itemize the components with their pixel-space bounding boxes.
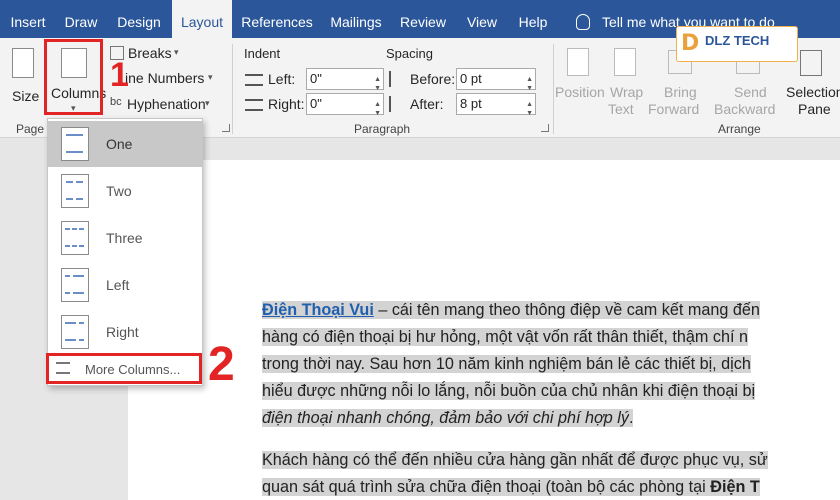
columns-option-one[interactable]: One (48, 121, 202, 167)
breaks-label: Breaks (128, 45, 172, 61)
selection-label-2: Pane (798, 101, 831, 117)
tab-references[interactable]: References (234, 0, 320, 38)
dlz-tech-logo: D DLZ TECH (676, 26, 798, 62)
tab-layout[interactable]: Layout (172, 0, 232, 40)
wrap-label-2: Text (608, 101, 634, 117)
tab-mailings[interactable]: Mailings (322, 0, 390, 38)
spacing-heading: Spacing (386, 46, 433, 61)
doc-line-4: hiểu được những nỗi lo lắng, nỗi buồn củ… (262, 382, 756, 400)
spacing-before-value: 0 pt (460, 71, 482, 86)
hyphenation-icon: bc (110, 96, 122, 108)
spin-down-icon[interactable]: ▼ (374, 104, 381, 124)
bring-label-1: Bring (664, 84, 697, 100)
indent-right-input[interactable]: 0" ▲ ▼ (306, 93, 384, 117)
columns-option-right[interactable]: Right (48, 309, 202, 355)
selection-label-1: Selection (786, 84, 840, 100)
size-icon (12, 48, 34, 78)
three-columns-icon (61, 221, 89, 255)
position-icon (567, 48, 589, 76)
group-separator (232, 44, 233, 134)
send-label-2: Backward (714, 101, 776, 117)
lightbulb-icon (576, 14, 590, 30)
doc-line-2: hàng có điện thoại bị hư hỏng, một vật v… (262, 328, 748, 346)
tab-review[interactable]: Review (392, 0, 454, 38)
indent-left-icon (245, 74, 263, 86)
left-column-icon (61, 268, 89, 302)
paragraph-group-label: Paragraph (354, 122, 411, 136)
hyphenation-button[interactable]: bc Hyphenation ▾ (108, 94, 218, 114)
doc-line-3: trong thời nay. Sau hơn 10 năm kinh nghi… (262, 355, 751, 373)
doc-line-1: Điện Thoại Vui – cái tên mang theo thông… (262, 301, 760, 319)
tab-insert[interactable]: Insert (0, 0, 56, 38)
spacing-after-label: After: (410, 96, 444, 112)
spacing-before-icon (389, 71, 403, 87)
chevron-down-icon: ▾ (174, 47, 179, 57)
paragraph-launcher-icon[interactable] (541, 124, 549, 132)
right-column-icon (61, 315, 89, 349)
hyphenation-label: Hyphenation (127, 96, 206, 112)
spacing-before-input[interactable]: 0 pt ▲ ▼ (456, 68, 536, 92)
arrange-group-label: Arrange (718, 122, 761, 136)
columns-option-left[interactable]: Left (48, 262, 202, 308)
columns-option-three[interactable]: Three (48, 215, 202, 261)
wrap-text-button[interactable]: Wrap Text (604, 44, 648, 118)
spacing-after-input[interactable]: 8 pt ▲ ▼ (456, 93, 536, 117)
size-label: Size (12, 88, 40, 104)
size-button[interactable]: Size (6, 44, 42, 106)
spacing-after-icon (389, 96, 403, 112)
chevron-down-icon: ▾ (208, 72, 213, 82)
tab-draw[interactable]: Draw (56, 0, 106, 38)
doc-line-5: điện thoại nhanh chóng, đảm bảo với chi … (262, 409, 634, 427)
two-columns-icon (61, 174, 89, 208)
group-separator (553, 44, 554, 134)
one-column-icon (61, 127, 89, 161)
chevron-down-icon: ▾ (205, 98, 210, 108)
indent-right-icon (245, 99, 263, 111)
indent-right-value: 0" (310, 96, 322, 111)
send-label-1: Send (734, 84, 767, 100)
wrap-label-1: Wrap (610, 84, 644, 100)
line-numbers-label: ine Numbers (125, 70, 205, 86)
annotation-step-1: 1 (110, 56, 129, 94)
columns-option-two[interactable]: Two (48, 168, 202, 214)
tab-design[interactable]: Design (106, 0, 172, 38)
indent-heading: Indent (244, 46, 281, 61)
spacing-before-label: Before: (410, 71, 456, 87)
annotation-box-columns (44, 39, 103, 115)
doc-line-7: quan sát quá trình sửa chữa điện thoại (… (262, 478, 760, 496)
indent-left-label: Left: (268, 71, 296, 87)
bring-label-2: Forward (648, 101, 700, 117)
indent-right-label: Right: (268, 96, 305, 112)
annotation-step-2: 2 (208, 338, 235, 391)
doc-line-6: Khách hàng có thể đến nhiều cửa hàng gần… (262, 451, 768, 469)
tab-help[interactable]: Help (510, 0, 556, 38)
spacing-after-value: 8 pt (460, 96, 482, 111)
position-button[interactable]: Position (555, 44, 605, 118)
doc-link[interactable]: Điện Thoại Vui (262, 301, 374, 319)
wrap-text-icon (614, 48, 636, 76)
spin-down-icon[interactable]: ▼ (526, 104, 533, 124)
position-label: Position (555, 84, 605, 100)
indent-left-value: 0" (310, 71, 322, 86)
annotation-box-more-columns (46, 353, 202, 384)
tab-view[interactable]: View (456, 0, 508, 38)
page-setup-launcher-icon[interactable] (222, 124, 230, 132)
selection-pane-icon (800, 50, 822, 76)
indent-left-input[interactable]: 0" ▲ ▼ (306, 68, 384, 92)
columns-dropdown-menu: One Two Three Left Right More Columns... (47, 118, 203, 386)
